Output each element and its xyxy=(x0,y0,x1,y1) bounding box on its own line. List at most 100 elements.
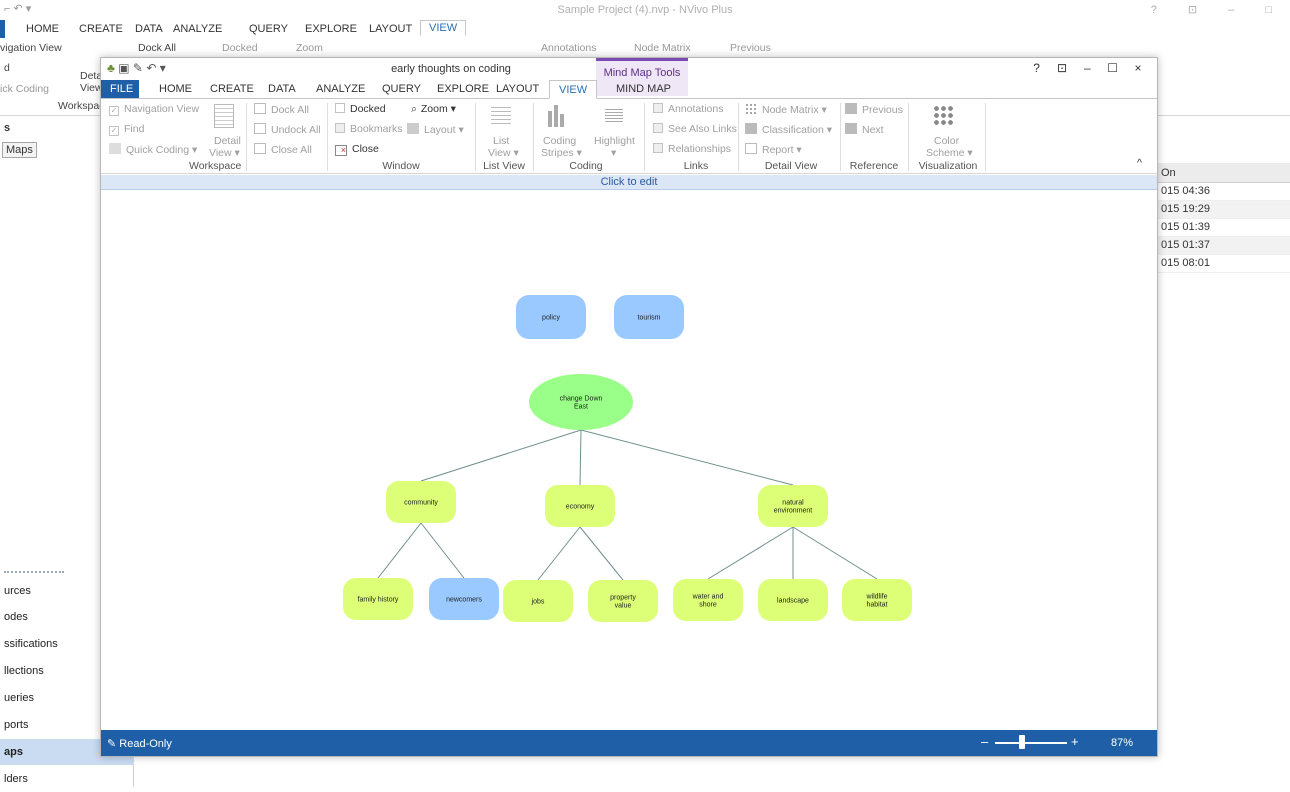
zoom-out-button[interactable]: – xyxy=(981,734,988,749)
report-dropdown[interactable]: Report ▾ xyxy=(745,143,802,156)
coding-stripes-dropdown[interactable]: Stripes ▾ xyxy=(541,147,582,159)
detail-view-dropdown[interactable]: View ▾ xyxy=(209,147,240,159)
main-annotations[interactable]: Annotations xyxy=(541,42,596,54)
pane-splitter[interactable] xyxy=(4,571,64,573)
previous-button[interactable]: Previous xyxy=(845,103,903,116)
collapse-ribbon-icon[interactable]: ^ xyxy=(1137,157,1142,169)
zoom-slider-track[interactable] xyxy=(995,742,1067,744)
click-to-edit-bar[interactable]: Click to edit xyxy=(101,175,1157,190)
main-tab-data[interactable]: DATA xyxy=(135,23,163,35)
list-row[interactable]: 015 19:29 xyxy=(1157,201,1290,219)
mind-map-node-property[interactable]: propertyvalue xyxy=(588,580,658,622)
close-all-button[interactable]: Close All xyxy=(254,143,312,156)
tab-query[interactable]: QUERY xyxy=(382,83,421,95)
bookmarks-toggle[interactable]: Bookmarks xyxy=(335,123,403,135)
tab-view[interactable]: VIEW xyxy=(549,80,598,99)
color-scheme-dropdown[interactable]: Scheme ▾ xyxy=(926,147,973,159)
tab-mind-map[interactable]: MIND MAP xyxy=(616,83,671,95)
main-tab-view[interactable]: VIEW xyxy=(420,20,467,36)
help-icon[interactable]: ? xyxy=(1026,61,1048,75)
main-zoom[interactable]: Zoom xyxy=(296,42,323,54)
mind-map-canvas[interactable]: policy tourism change Down East community eco… xyxy=(101,190,1157,730)
next-button[interactable]: Next xyxy=(845,123,884,136)
mind-map-node-newcomers[interactable]: newcomers xyxy=(429,578,499,620)
minimize-icon[interactable]: – xyxy=(1076,61,1098,75)
tab-data[interactable]: DATA xyxy=(268,83,296,95)
tab-analyze[interactable]: ANALYZE xyxy=(316,83,365,95)
zoom-in-button[interactable]: + xyxy=(1071,734,1079,749)
main-window-controls[interactable]: ? ⊡ – □ xyxy=(1151,3,1286,16)
close-window-button[interactable]: × Close xyxy=(335,143,379,156)
maximize-icon[interactable]: ☐ xyxy=(1102,61,1124,75)
highlight-icon[interactable] xyxy=(605,107,623,123)
main-tab-home[interactable]: HOME xyxy=(26,23,59,35)
main-docked[interactable]: Docked xyxy=(222,42,258,54)
annotations-toggle[interactable]: Annotations xyxy=(653,103,723,115)
highlight-dropdown[interactable]: ▾ xyxy=(611,147,616,159)
main-detail-view[interactable]: Deta View xyxy=(80,70,103,94)
close-icon[interactable]: × xyxy=(1127,61,1149,75)
mind-map-node-economy[interactable]: economy xyxy=(545,485,615,527)
coding-stripes-icon[interactable] xyxy=(548,105,566,127)
ribbon-display-icon[interactable]: ⊡ xyxy=(1051,61,1073,75)
main-node-matrix[interactable]: Node Matrix xyxy=(634,42,691,54)
mind-map-node-jobs[interactable]: jobs xyxy=(503,580,573,622)
undock-all-button[interactable]: Undock All xyxy=(254,123,321,136)
tab-home[interactable]: HOME xyxy=(159,83,192,95)
node-matrix-icon xyxy=(745,103,757,114)
quick-coding-button[interactable]: Quick Coding ▾ xyxy=(109,143,197,156)
relationships-toggle[interactable]: Relationships xyxy=(653,143,731,155)
node-matrix-dropdown[interactable]: Node Matrix ▾ xyxy=(745,103,827,116)
main-tab-analyze[interactable]: ANALYZE xyxy=(173,23,222,35)
dock-all-button[interactable]: Dock All xyxy=(254,103,309,116)
list-row[interactable]: 015 01:37 xyxy=(1157,237,1290,255)
highlight-label[interactable]: Highlight xyxy=(594,135,635,147)
find-toggle[interactable]: ✓ Find xyxy=(109,123,144,136)
color-scheme-label[interactable]: Color xyxy=(934,135,959,147)
list-row[interactable]: 015 01:39 xyxy=(1157,219,1290,237)
zoom-dropdown[interactable]: ⌕ Zoom ▾ xyxy=(411,103,456,116)
mind-map-node-community[interactable]: community xyxy=(386,481,456,523)
mind-map-node-family-history[interactable]: family history xyxy=(343,578,413,620)
nav-item-folders[interactable]: lders xyxy=(0,766,134,792)
main-tab-layout[interactable]: LAYOUT xyxy=(369,23,412,35)
list-row[interactable]: 015 04:36 xyxy=(1157,183,1290,201)
mind-map-node-water[interactable]: water andshore xyxy=(673,579,743,621)
mind-map-node-tourism[interactable]: tourism xyxy=(614,295,684,339)
detail-view-label[interactable]: Detail xyxy=(214,135,241,147)
navigation-view-toggle[interactable]: ✓ Navigation View xyxy=(109,103,199,116)
color-scheme-icon[interactable] xyxy=(933,105,955,125)
list-row[interactable]: 015 08:01 xyxy=(1157,255,1290,273)
main-navigation-view[interactable]: vigation View xyxy=(0,42,62,54)
main-previous[interactable]: Previous xyxy=(730,42,771,54)
mind-map-node-policy[interactable]: policy xyxy=(516,295,586,339)
list-view-icon[interactable] xyxy=(491,104,511,126)
main-dock-all[interactable]: Dock All xyxy=(138,42,176,54)
mind-map-node-root[interactable]: change DownEast xyxy=(529,374,633,430)
main-quick-coding[interactable]: ick Coding xyxy=(0,83,49,95)
tab-create[interactable]: CREATE xyxy=(210,83,254,95)
classification-dropdown[interactable]: Classification ▾ xyxy=(745,123,832,136)
mind-map-node-landscape[interactable]: landscape xyxy=(758,579,828,621)
detail-view-icon[interactable] xyxy=(214,104,234,128)
mind-map-node-natural[interactable]: naturalenvironment xyxy=(758,485,828,527)
coding-stripes-label[interactable]: Coding xyxy=(543,135,576,147)
main-tab-create[interactable]: CREATE xyxy=(79,23,123,35)
list-view-label[interactable]: List xyxy=(493,135,509,147)
docked-toggle[interactable]: Docked xyxy=(335,103,386,115)
main-tab-query[interactable]: QUERY xyxy=(249,23,288,35)
mind-map-node-wildlife[interactable]: wildlifehabitat xyxy=(842,579,912,621)
see-also-links-toggle[interactable]: See Also Links xyxy=(653,123,737,135)
maps-folder-button[interactable]: Maps xyxy=(2,142,37,158)
tab-explore[interactable]: EXPLORE xyxy=(437,83,489,95)
mind-map-nodes[interactable]: policy tourism change DownEast community eco… xyxy=(343,295,912,622)
list-column-header-modified-on[interactable]: On xyxy=(1157,163,1290,183)
zoom-slider-thumb[interactable] xyxy=(1019,735,1025,749)
tab-layout[interactable]: LAYOUT xyxy=(496,83,539,95)
mind-map-diagram[interactable]: policy tourism change DownEast community eco… xyxy=(101,190,1157,730)
layout-dropdown[interactable]: Layout ▾ xyxy=(407,123,464,136)
main-find[interactable]: d xyxy=(4,62,10,74)
main-tab-explore[interactable]: EXPLORE xyxy=(305,23,357,35)
tab-file[interactable]: FILE xyxy=(101,80,139,98)
list-view-dropdown[interactable]: View ▾ xyxy=(488,147,519,159)
